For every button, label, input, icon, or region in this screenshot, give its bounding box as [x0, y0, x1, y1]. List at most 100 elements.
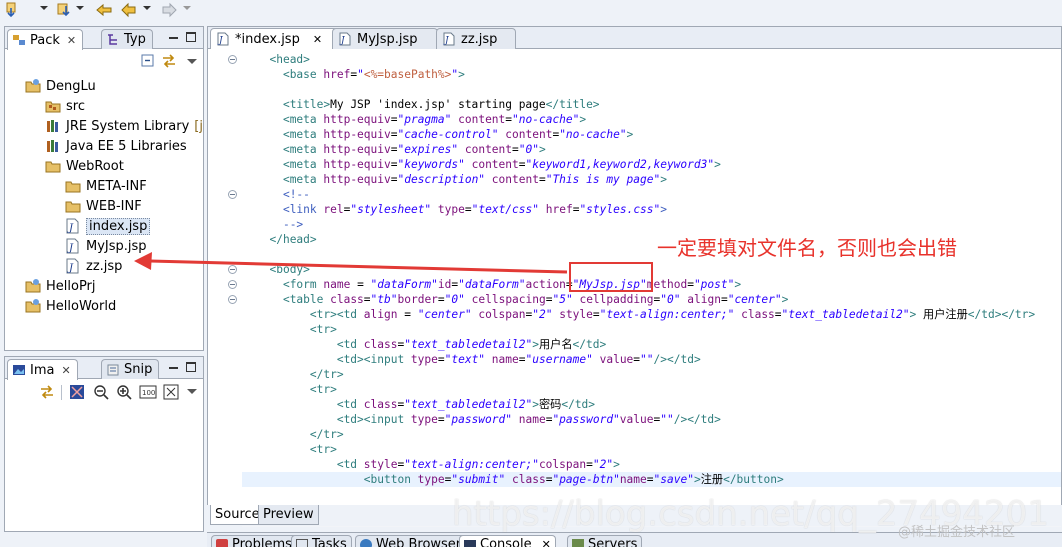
code-line[interactable]: <tr><td align = "center" colspan = "2" sty…: [256, 307, 1035, 322]
code-line[interactable]: <meta http-equiv="expires" content="0">: [256, 142, 546, 157]
code-token: >: [781, 293, 789, 306]
zoom-in-icon[interactable]: [116, 384, 132, 400]
tree-item-src[interactable]: src: [45, 96, 85, 116]
tab-label: Tasks: [312, 537, 347, 547]
code-line[interactable]: <td class="text_tabledetail2">密码</td>: [256, 397, 595, 412]
tab-myjsp-jsp[interactable]: J MyJsp.jsp: [332, 28, 438, 49]
fold-toggle-icon[interactable]: [228, 295, 237, 304]
dropdown-arrow-icon[interactable]: [76, 6, 84, 10]
code-line[interactable]: <form name = "dataForm"id="dataForm"acti…: [256, 277, 741, 292]
code-line[interactable]: <td class="text_tabledetail2">用户名</td>: [256, 337, 606, 352]
close-icon[interactable]: ✕: [313, 33, 322, 46]
hierarchy-icon: [108, 33, 117, 45]
code-line[interactable]: <tr>: [256, 382, 337, 397]
maximize-icon[interactable]: [186, 32, 196, 42]
close-icon[interactable]: ✕: [67, 34, 76, 47]
code-token: <td: [336, 338, 364, 351]
tree-item-helloworld[interactable]: HelloWorld: [25, 296, 116, 316]
dropdown-arrow-icon[interactable]: [143, 6, 151, 10]
code-token: "text_tabledetail2": [404, 338, 533, 351]
code-token: </td>: [572, 338, 607, 351]
fold-toggle-icon[interactable]: [228, 265, 237, 274]
code-line[interactable]: <button type="submit" class="page-btn"na…: [242, 472, 1061, 487]
tab-servers[interactable]: Servers: [567, 535, 643, 547]
maximize-icon[interactable]: [186, 362, 196, 372]
code-token: "text": [444, 353, 486, 366]
back-icon[interactable]: [120, 2, 138, 18]
tab-console[interactable]: Console ✕: [459, 535, 556, 547]
tab-problems[interactable]: Problems: [211, 535, 297, 547]
minimize-icon[interactable]: [169, 37, 178, 39]
fold-toggle-icon[interactable]: [228, 190, 237, 199]
code-token: 用户名: [538, 338, 573, 351]
tree-item-jre-library[interactable]: JRE System Library [jdk: [45, 116, 203, 136]
code-line[interactable]: <meta http-equiv="keywords" content="key…: [256, 157, 721, 172]
arrow-down-icon[interactable]: [4, 2, 20, 18]
tab-preview[interactable]: Preview: [258, 505, 319, 525]
code-line[interactable]: <meta http-equiv="pragma" content="no-ca…: [256, 112, 586, 127]
tab-tasks[interactable]: Tasks: [291, 535, 352, 547]
tab-zz-jsp[interactable]: J zz.jsp: [436, 28, 516, 49]
tree-item-helloprj[interactable]: HelloPrj: [25, 276, 96, 296]
code-token: href: [545, 203, 573, 216]
code-line[interactable]: <td><input type="password" name="passwor…: [256, 412, 721, 427]
tab-snippets[interactable]: Snip: [101, 359, 160, 379]
code-line[interactable]: -->: [256, 217, 303, 232]
next-annotation-icon[interactable]: [95, 2, 115, 18]
tree-item-meta-inf[interactable]: META-INF: [65, 176, 147, 196]
code-line[interactable]: <head>: [256, 52, 309, 67]
fit-image-icon[interactable]: [69, 384, 85, 400]
code-line[interactable]: <tr>: [256, 442, 337, 457]
code-line[interactable]: </tr>: [256, 427, 344, 442]
tree-item-myjsp-jsp[interactable]: J MyJsp.jsp: [65, 236, 147, 256]
code-token: <table: [282, 293, 331, 306]
package-arrow-icon[interactable]: [56, 2, 72, 18]
fold-toggle-icon[interactable]: [228, 55, 237, 64]
tree-item-index-jsp[interactable]: J index.jsp: [65, 216, 151, 236]
tab-index-jsp[interactable]: J *index.jsp ✕: [210, 28, 338, 49]
close-icon[interactable]: ✕: [61, 364, 70, 377]
actual-size-icon[interactable]: 100: [139, 384, 157, 400]
tab-image-viewer[interactable]: Ima ✕: [7, 359, 78, 380]
code-token: "no-cache": [559, 128, 627, 141]
code-line[interactable]: <td><input type="text" name="username" v…: [256, 352, 701, 367]
zoom-out-icon[interactable]: [93, 384, 109, 400]
tree-item-web-inf[interactable]: WEB-INF: [65, 196, 142, 216]
code-line[interactable]: <table class="tb"border="0" cellspacing=…: [256, 292, 788, 307]
tab-source[interactable]: Source: [210, 505, 265, 525]
link-with-editor-icon[interactable]: [161, 53, 177, 69]
tree-item-javaee-library[interactable]: Java EE 5 Libraries: [45, 136, 187, 156]
tree-item-project[interactable]: DengLu: [25, 76, 96, 96]
code-line[interactable]: <td style="text-align:center;"colspan="2…: [256, 457, 620, 472]
code-line[interactable]: </tr>: [256, 367, 344, 382]
fold-toggle-icon[interactable]: [228, 280, 237, 289]
tree-item-webroot[interactable]: WebRoot: [45, 156, 124, 176]
code-line[interactable]: <link rel="stylesheet" type="text/css" h…: [256, 202, 667, 217]
code-token: 用户注册: [916, 308, 968, 321]
code-line[interactable]: <body>: [256, 262, 309, 277]
code-line[interactable]: </head>: [256, 232, 316, 247]
code-line[interactable]: <!--: [256, 187, 310, 202]
collapse-all-icon[interactable]: [141, 54, 155, 68]
code-token: <link: [282, 203, 324, 216]
link-with-editor-icon[interactable]: [39, 384, 55, 400]
dropdown-arrow-icon[interactable]: [40, 6, 48, 10]
code-line[interactable]: <meta http-equiv="cache-control" content…: [256, 127, 633, 142]
code-line[interactable]: <base href="<%=basePath%>">: [256, 67, 465, 82]
view-menu-icon[interactable]: [187, 389, 197, 394]
minimize-icon[interactable]: [169, 367, 178, 369]
close-icon[interactable]: ✕: [542, 538, 551, 547]
code-token: "This is my page": [545, 173, 661, 186]
fit-window-icon[interactable]: [163, 384, 179, 400]
code-token: >: [714, 158, 721, 171]
forward-icon[interactable]: [160, 2, 178, 18]
tree-item-zz-jsp[interactable]: J zz.jsp: [65, 256, 122, 276]
tab-package-explorer[interactable]: Pack ✕: [7, 29, 84, 50]
code-line[interactable]: <title>My JSP 'index.jsp' starting page<…: [256, 97, 600, 112]
code-line[interactable]: <meta http-equiv="description" content="…: [256, 172, 667, 187]
code-line[interactable]: <tr>: [256, 322, 337, 337]
tab-web-browser[interactable]: Web Browser: [355, 535, 467, 547]
tab-type-hierarchy[interactable]: Typ: [101, 29, 153, 49]
view-menu-icon[interactable]: [187, 59, 197, 64]
